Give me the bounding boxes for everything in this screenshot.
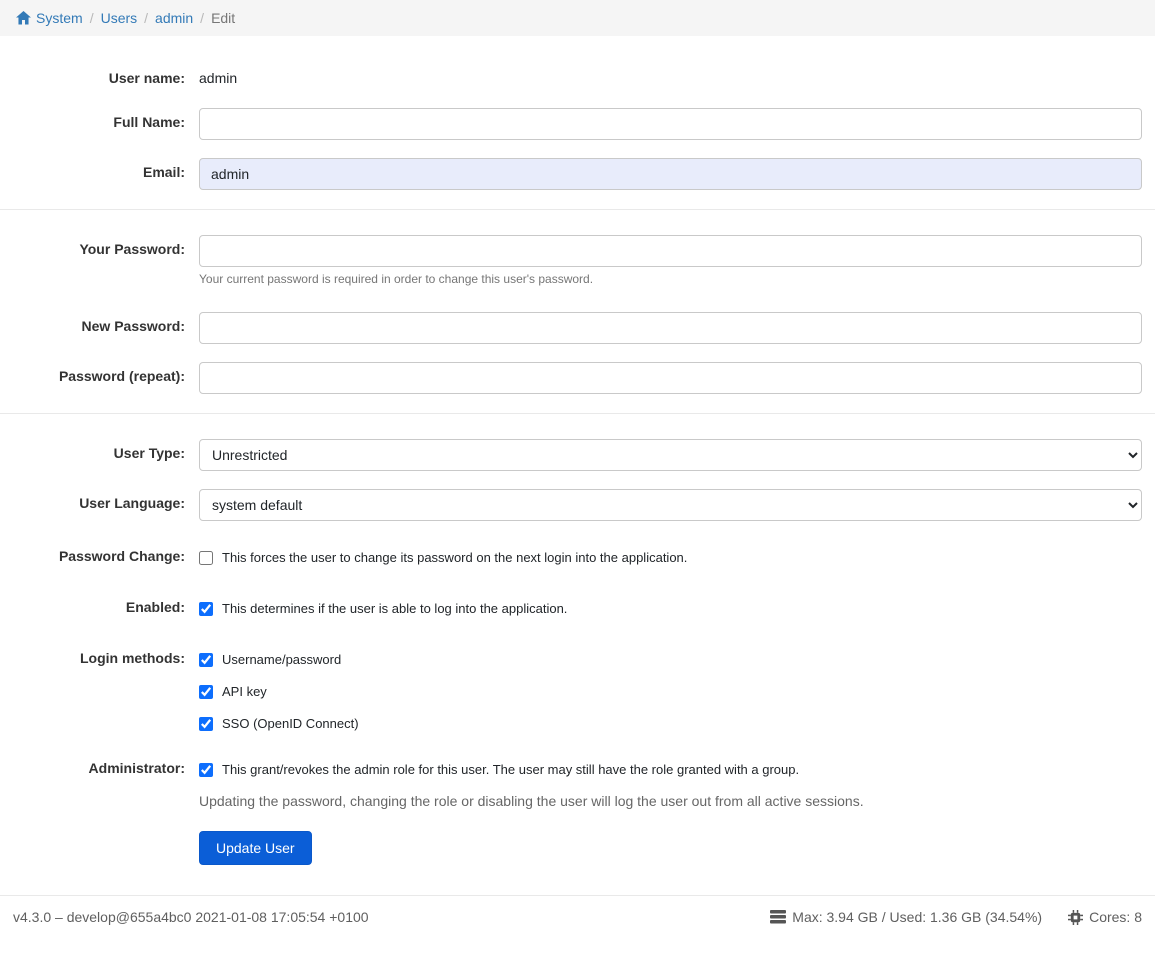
full-name-input[interactable]	[199, 108, 1142, 140]
username-label: User name:	[0, 64, 199, 86]
login-method-item: SSO (OpenID Connect)	[199, 713, 1142, 731]
administrator-row: Administrator: This grant/revokes the ad…	[0, 759, 1142, 809]
section-settings: User Type: Unrestricted User Language: s…	[0, 439, 1155, 865]
login-method-item: API key	[199, 681, 1142, 699]
user-language-select[interactable]: system default	[199, 489, 1142, 521]
home-icon	[16, 11, 31, 25]
login-method-username-password-text: Username/password	[222, 652, 341, 667]
breadcrumb: System / Users / admin / Edit	[0, 0, 1155, 36]
login-method-item: Username/password	[199, 649, 1142, 667]
administrator-text: This grant/revokes the admin role for th…	[222, 762, 799, 777]
enabled-row: Enabled: This determines if the user is …	[0, 598, 1142, 616]
full-name-label: Full Name:	[0, 108, 199, 130]
update-user-button[interactable]: Update User	[199, 831, 312, 865]
memory-icon	[770, 910, 786, 924]
password-repeat-input[interactable]	[199, 362, 1142, 394]
login-methods-label: Login methods:	[0, 649, 199, 666]
login-method-api-key-text: API key	[222, 684, 267, 699]
enabled-text: This determines if the user is able to l…	[222, 601, 567, 616]
cores-text: Cores: 8	[1089, 909, 1142, 925]
breadcrumb-separator: /	[144, 10, 148, 26]
new-password-row: New Password:	[0, 312, 1142, 344]
new-password-label: New Password:	[0, 312, 199, 334]
your-password-row: Your Password: Your current password is …	[0, 235, 1142, 286]
login-method-sso-text: SSO (OpenID Connect)	[222, 716, 359, 731]
user-language-label: User Language:	[0, 489, 199, 511]
password-change-label: Password Change:	[0, 547, 199, 564]
user-type-label: User Type:	[0, 439, 199, 461]
login-method-username-password-checkbox[interactable]	[199, 653, 213, 667]
section-divider	[0, 209, 1155, 210]
your-password-help: Your current password is required in ord…	[199, 272, 1142, 286]
section-identity: User name: admin Full Name: Email:	[0, 64, 1155, 190]
enabled-label: Enabled:	[0, 598, 199, 615]
submit-row: Update User	[0, 831, 1142, 865]
administrator-label: Administrator:	[0, 759, 199, 776]
password-repeat-row: Password (repeat):	[0, 362, 1142, 394]
new-password-input[interactable]	[199, 312, 1142, 344]
breadcrumb-separator: /	[90, 10, 94, 26]
login-method-api-key-checkbox[interactable]	[199, 685, 213, 699]
breadcrumb-users[interactable]: Users	[101, 10, 138, 26]
email-label: Email:	[0, 158, 199, 180]
cpu-icon	[1068, 910, 1083, 925]
password-change-row: Password Change: This forces the user to…	[0, 547, 1142, 565]
email-row: Email:	[0, 158, 1142, 190]
password-repeat-label: Password (repeat):	[0, 362, 199, 384]
sessions-note: Updating the password, changing the role…	[199, 793, 1142, 809]
section-passwords: Your Password: Your current password is …	[0, 235, 1155, 394]
breadcrumb-admin[interactable]: admin	[155, 10, 193, 26]
user-type-row: User Type: Unrestricted	[0, 439, 1142, 471]
breadcrumb-system[interactable]: System	[36, 10, 83, 26]
user-language-row: User Language: system default	[0, 489, 1142, 521]
username-row: User name: admin	[0, 64, 1142, 86]
full-name-row: Full Name:	[0, 108, 1142, 140]
section-divider	[0, 413, 1155, 414]
memory-stat: Max: 3.94 GB / Used: 1.36 GB (34.54%)	[770, 909, 1042, 925]
email-input[interactable]	[199, 158, 1142, 190]
breadcrumb-separator: /	[200, 10, 204, 26]
cores-stat: Cores: 8	[1068, 909, 1142, 925]
password-change-text: This forces the user to change its passw…	[222, 550, 687, 565]
version-text: v4.3.0 – develop@655a4bc0 2021-01-08 17:…	[13, 909, 369, 925]
breadcrumb-home-link[interactable]: System	[16, 10, 83, 26]
user-type-select[interactable]: Unrestricted	[199, 439, 1142, 471]
footer: v4.3.0 – develop@655a4bc0 2021-01-08 17:…	[0, 896, 1155, 949]
username-value: admin	[199, 64, 1142, 86]
administrator-checkbox[interactable]	[199, 763, 213, 777]
enabled-checkbox[interactable]	[199, 602, 213, 616]
your-password-label: Your Password:	[0, 235, 199, 257]
breadcrumb-current: Edit	[211, 10, 235, 26]
login-method-sso-checkbox[interactable]	[199, 717, 213, 731]
password-change-checkbox[interactable]	[199, 551, 213, 565]
your-password-input[interactable]	[199, 235, 1142, 267]
login-methods-row: Login methods: Username/password API key…	[0, 649, 1142, 731]
memory-text: Max: 3.94 GB / Used: 1.36 GB (34.54%)	[792, 909, 1042, 925]
